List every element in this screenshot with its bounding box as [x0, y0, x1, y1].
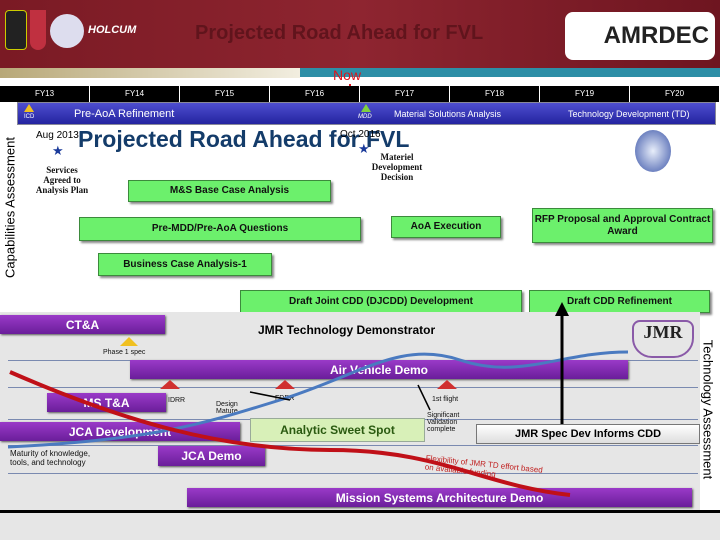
stripe	[0, 68, 300, 78]
fiscal-year-row: FY13 FY14 FY15 FY16 FY17 FY18 FY19 FY20	[0, 86, 720, 102]
seal-logo	[50, 14, 84, 48]
fy-cell: FY18	[450, 86, 540, 102]
msa-label: Material Solutions Analysis	[394, 109, 502, 119]
shield-logo	[30, 10, 46, 50]
fy-cell: FY13	[0, 86, 90, 102]
holcum-logo: HOLCUM	[88, 24, 137, 36]
army-star-logo	[5, 10, 27, 50]
fy-cell: FY19	[540, 86, 630, 102]
stripe	[300, 68, 720, 77]
fy-cell: FY15	[180, 86, 270, 102]
header-title: Projected Road Ahead for FVL	[195, 22, 484, 44]
aug-note: Services Agreed to Analysis Plan	[35, 165, 89, 195]
now-label: Now	[333, 67, 362, 83]
fy-cell: FY17	[360, 86, 450, 102]
fvl-seal-logo	[635, 130, 671, 172]
maturity-curve	[7, 350, 629, 449]
flexibility-curve	[9, 370, 571, 497]
pre-mdd-box: Pre-MDD/Pre-AoA Questions	[79, 217, 361, 241]
icd-triangle-icon	[24, 104, 34, 112]
business-case-box: Business Case Analysis-1	[98, 253, 272, 276]
mdd-triangle-icon	[361, 104, 371, 112]
phase-band: ICD Pre-AoA Refinement MDD Material Solu…	[17, 102, 716, 125]
curves-overlay	[7, 302, 629, 497]
arrowhead-icon	[555, 302, 569, 316]
star-icon: ★	[52, 143, 64, 158]
ms-base-case-box: M&S Base Case Analysis	[128, 180, 331, 202]
validation-arrow	[417, 384, 431, 411]
td-label: Technology Development (TD)	[568, 109, 690, 119]
aug-milestone: Aug 2013	[36, 130, 79, 141]
fy-cell: FY14	[90, 86, 180, 102]
aoa-execution-box: AoA Execution	[391, 216, 501, 238]
icd-label: ICD	[24, 114, 35, 120]
oct-note: Materiel Development Decision	[371, 152, 423, 182]
fy-cell: FY16	[270, 86, 360, 102]
capabilities-assessment-label: Capabilities Assessment	[2, 137, 18, 278]
mdd-label: MDD	[358, 114, 372, 120]
design-arrow	[249, 391, 291, 401]
oct-milestone: Oct 2016	[340, 129, 381, 140]
fy-cell: FY20	[630, 86, 720, 102]
amrdec-logo: AMRDEC	[565, 12, 715, 60]
pre-aoa-label: Pre-AoA Refinement	[74, 108, 175, 120]
rfp-box: RFP Proposal and Approval Contract Award	[532, 208, 713, 243]
